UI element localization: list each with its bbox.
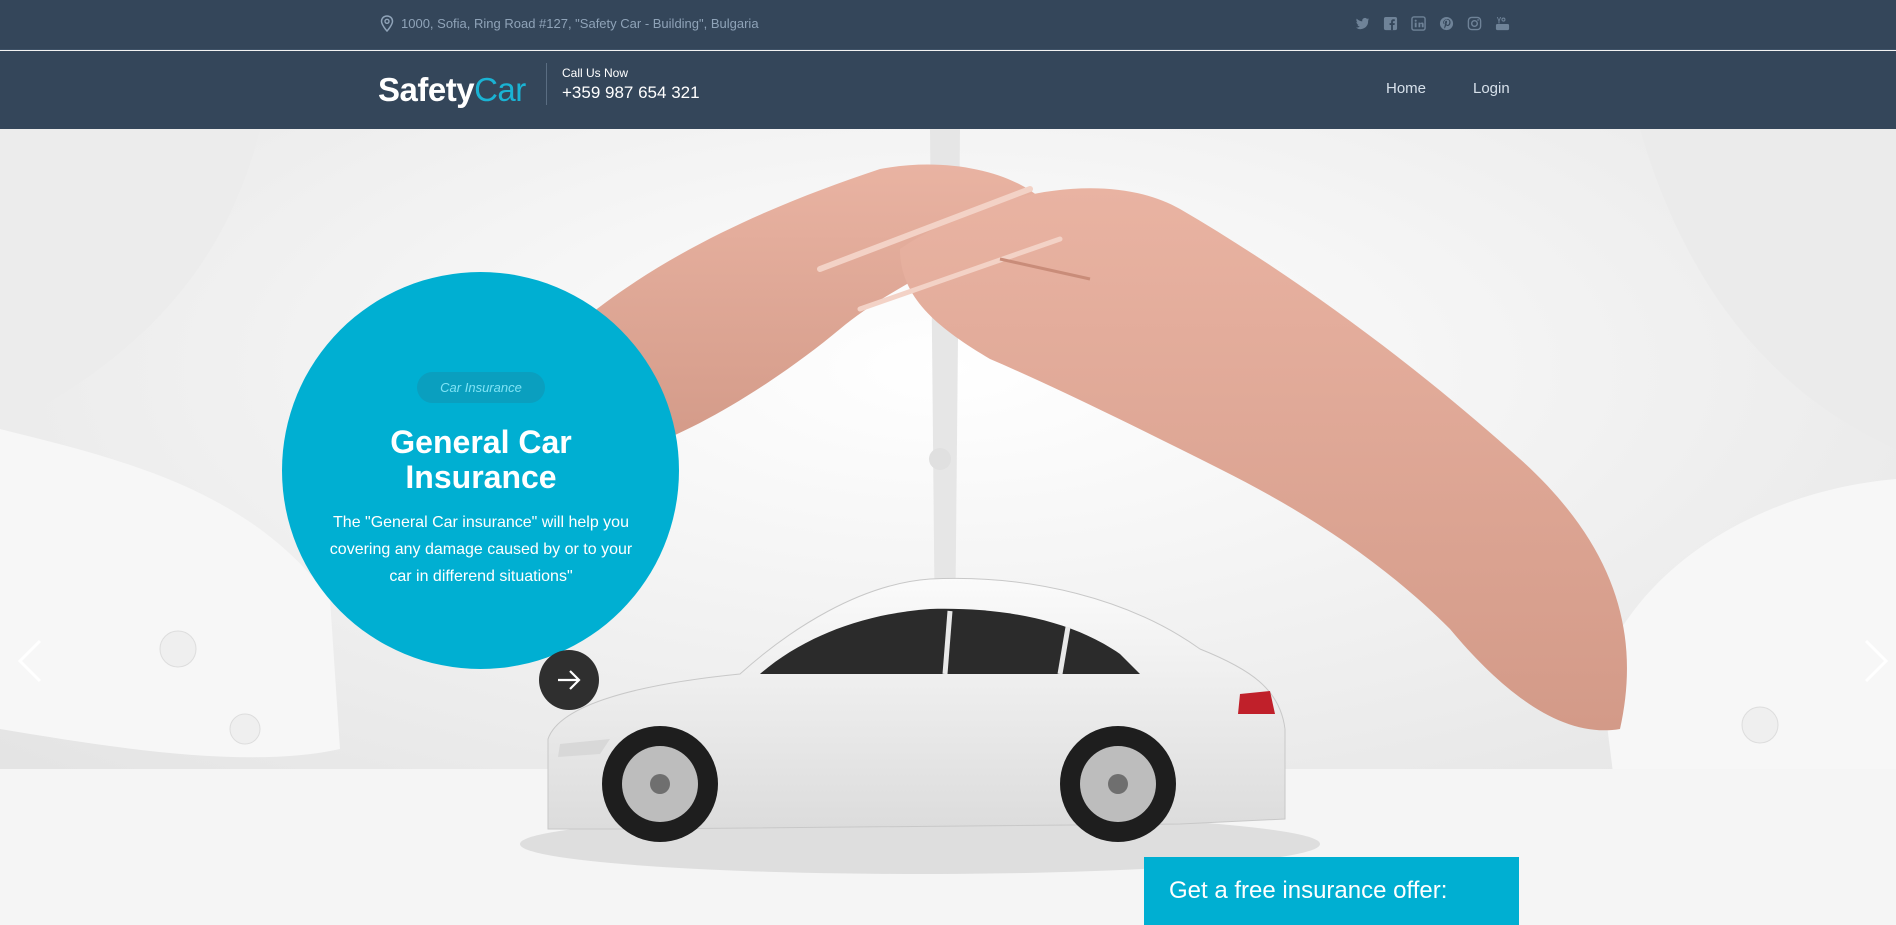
site-logo[interactable]: SafetyCar — [378, 71, 526, 109]
call-us-block: Call Us Now +359 987 654 321 — [562, 66, 700, 103]
free-offer-label: Get a free insurance offer: — [1169, 877, 1448, 904]
logo-text-safety: Safety — [378, 71, 475, 108]
facebook-icon[interactable] — [1382, 15, 1398, 31]
slide-category-badge: Car Insurance — [417, 372, 545, 403]
hero-slider — [0, 129, 1896, 925]
arrow-right-icon — [558, 670, 581, 690]
slide-read-more-button[interactable] — [539, 650, 599, 710]
hero-background-image — [0, 129, 1896, 925]
header-divider — [546, 63, 547, 105]
twitter-icon[interactable] — [1354, 15, 1370, 31]
slider-next-arrow-icon[interactable] — [1862, 637, 1892, 685]
nav-home-link[interactable]: Home — [1386, 80, 1426, 97]
free-offer-panel[interactable]: Get a free insurance offer: — [1144, 857, 1519, 925]
top-bar: 1000, Sofia, Ring Road #127, "Safety Car… — [0, 0, 1896, 50]
main-header: SafetyCar Call Us Now +359 987 654 321 H… — [0, 51, 1896, 129]
youtube-icon[interactable] — [1494, 15, 1510, 31]
address: 1000, Sofia, Ring Road #127, "Safety Car… — [380, 15, 759, 32]
slider-prev-arrow-icon[interactable] — [14, 637, 44, 685]
slide-description: The "General Car insurance" will help yo… — [329, 514, 633, 585]
phone-number[interactable]: +359 987 654 321 — [562, 83, 700, 103]
pinterest-icon[interactable] — [1438, 15, 1454, 31]
location-pin-icon — [380, 15, 394, 32]
social-links — [1354, 15, 1510, 31]
nav-login-link[interactable]: Login — [1473, 80, 1510, 97]
instagram-icon[interactable] — [1466, 15, 1482, 31]
address-text: 1000, Sofia, Ring Road #127, "Safety Car… — [401, 16, 759, 31]
call-us-label: Call Us Now — [562, 66, 629, 80]
logo-text-car: Car — [474, 71, 526, 108]
linkedin-icon[interactable] — [1410, 15, 1426, 31]
slide-title: General Car Insurance — [390, 424, 572, 495]
